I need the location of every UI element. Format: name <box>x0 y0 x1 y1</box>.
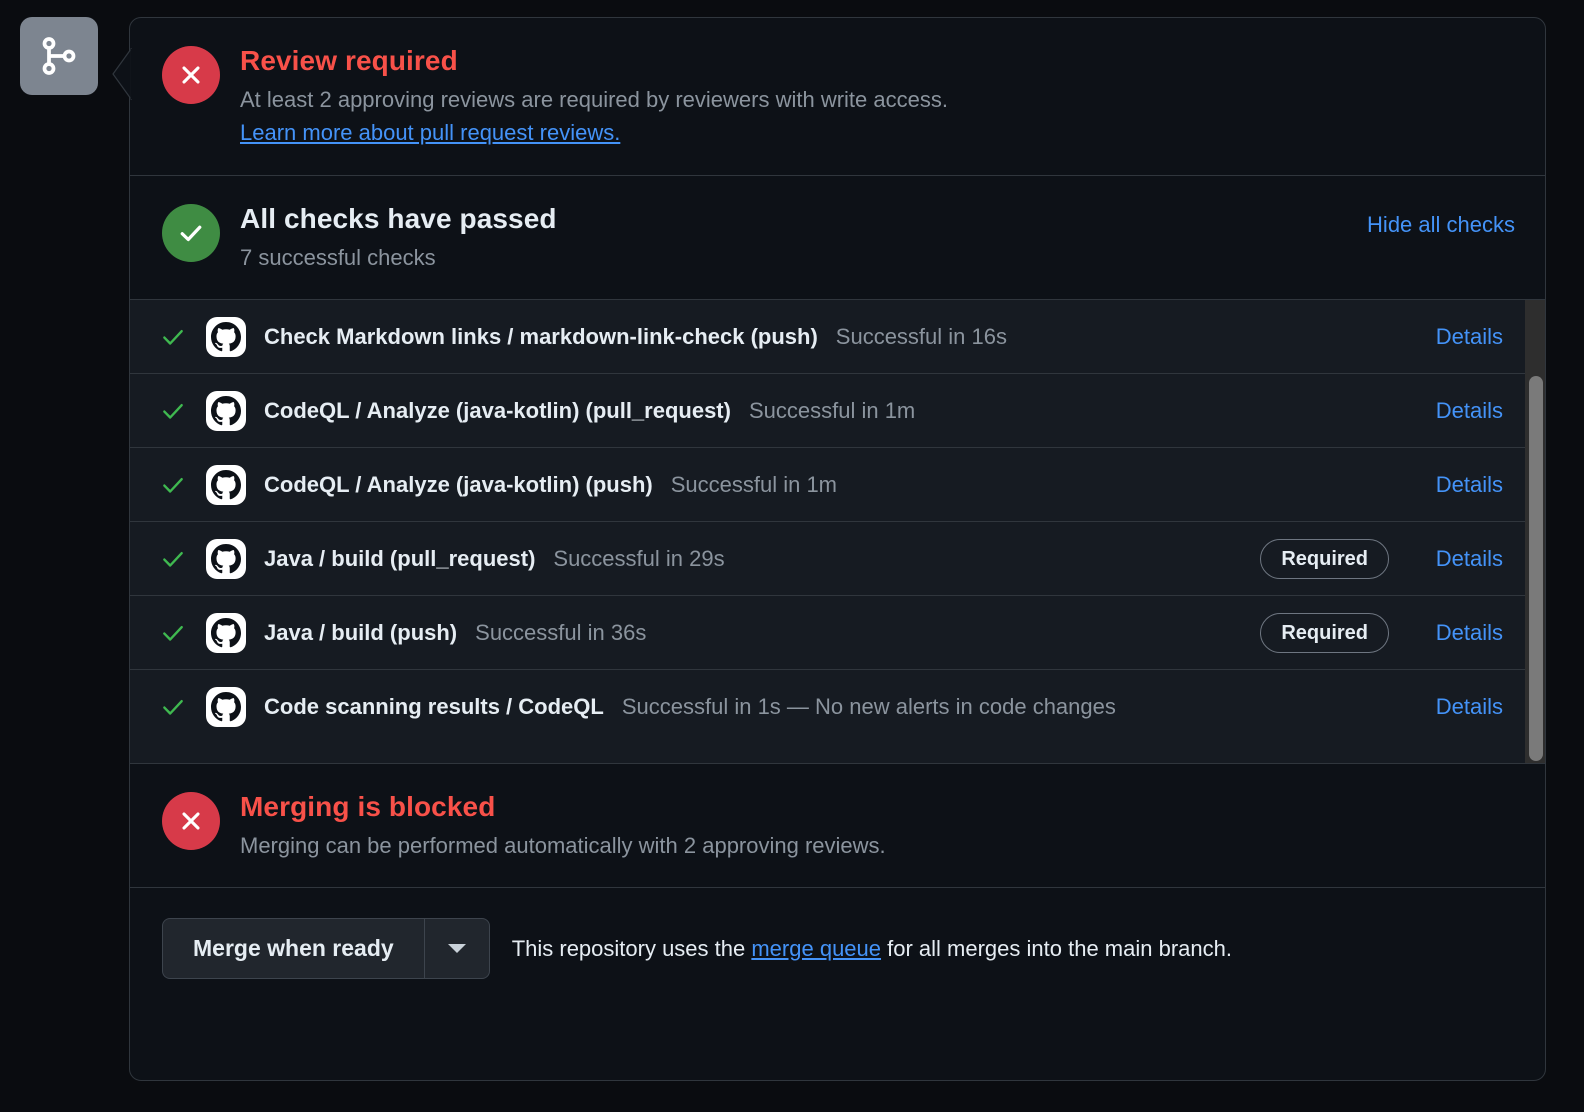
check-icon <box>160 546 188 572</box>
merging-blocked-description: Merging can be performed automatically w… <box>240 833 886 858</box>
check-details-link[interactable]: Details <box>1417 324 1503 350</box>
git-branch-badge <box>20 17 98 95</box>
checks-summary-title: All checks have passed <box>240 203 557 234</box>
check-name: Code scanning results / CodeQL <box>264 694 604 719</box>
checks-scroll-area[interactable]: Check Markdown links / markdown-link-che… <box>130 300 1525 763</box>
check-details-link[interactable]: Details <box>1417 398 1503 424</box>
learn-more-reviews-link[interactable]: Learn more about pull request reviews. <box>240 117 620 149</box>
merge-queue-note: This repository uses the merge queue for… <box>512 934 1232 964</box>
check-icon <box>160 694 188 720</box>
check-icon <box>160 398 188 424</box>
check-status: Successful in 29s <box>553 545 725 571</box>
merge-status-box: Review required At least 2 approving rev… <box>129 17 1546 1081</box>
check-details-link[interactable]: Details <box>1417 472 1503 498</box>
check-row[interactable]: CodeQL / Analyze (java-kotlin) (pull_req… <box>130 374 1525 448</box>
hide-all-checks-link[interactable]: Hide all checks <box>1367 202 1515 238</box>
check-details-link[interactable]: Details <box>1417 620 1503 646</box>
review-required-section: Review required At least 2 approving rev… <box>130 18 1545 175</box>
github-octocat-icon <box>206 687 246 727</box>
github-octocat-icon <box>206 464 246 505</box>
checks-summary-subtitle: 7 successful checks <box>240 245 436 270</box>
x-circle-icon <box>162 46 220 104</box>
check-row[interactable]: CodeQL / Analyze (java-kotlin) (push) Suc… <box>130 448 1525 522</box>
check-icon <box>160 324 188 350</box>
checks-summary-section: All checks have passed 7 successful chec… <box>130 175 1545 299</box>
checks-list: Check Markdown links / markdown-link-che… <box>130 299 1545 763</box>
check-row[interactable]: Code scanning results / CodeQL Successful… <box>130 670 1525 744</box>
required-badge: Required <box>1260 612 1389 653</box>
check-icon <box>160 472 188 498</box>
github-octocat-icon <box>206 316 246 357</box>
merge-box-screen: Review required At least 2 approving rev… <box>0 0 1584 1112</box>
check-row[interactable]: Java / build (pull_request) Successful in… <box>130 522 1525 596</box>
callout-arrow <box>110 48 132 100</box>
check-status: Successful in 1m <box>748 397 916 423</box>
check-icon <box>160 620 188 646</box>
check-name: Java / build (pull_request) <box>264 545 536 571</box>
check-details-link[interactable]: Details <box>1417 694 1503 720</box>
checks-scrollbar-track[interactable] <box>1525 300 1545 763</box>
github-octocat-icon <box>206 612 246 653</box>
check-circle-icon <box>162 204 220 262</box>
merge-split-button[interactable]: Merge when ready <box>162 918 490 979</box>
check-name: CodeQL / Analyze (java-kotlin) (push) <box>264 471 653 497</box>
chevron-down-icon <box>447 944 466 953</box>
review-required-title: Review required <box>240 45 458 76</box>
git-branch-icon <box>39 36 79 76</box>
github-octocat-icon <box>206 390 246 431</box>
check-status: Successful in 1m <box>670 471 838 497</box>
checks-scrollbar-thumb[interactable] <box>1529 376 1543 761</box>
check-status: Successful in 16s <box>835 323 1007 349</box>
merging-blocked-section: Merging is blocked Merging can be perfor… <box>130 763 1545 887</box>
merge-queue-note-suffix: for all merges into the main branch. <box>881 935 1232 961</box>
github-octocat-icon <box>206 538 246 579</box>
merge-when-ready-button[interactable]: Merge when ready <box>162 918 424 979</box>
check-row[interactable]: Check Markdown links / markdown-link-che… <box>130 300 1525 374</box>
check-details-link[interactable]: Details <box>1417 546 1503 572</box>
check-name: Check Markdown links / markdown-link-che… <box>264 323 818 349</box>
check-name: CodeQL / Analyze (java-kotlin) (pull_req… <box>264 397 731 423</box>
check-name: Java / build (push) <box>264 619 458 645</box>
merge-options-dropdown-button[interactable] <box>423 918 490 979</box>
merge-actions-footer: Merge when ready This repository uses th… <box>130 887 1545 1009</box>
check-row[interactable]: Java / build (push) Successful in 36s Requ… <box>130 596 1525 670</box>
merge-queue-link[interactable]: merge queue <box>751 936 881 961</box>
check-status: Successful in 36s <box>475 619 647 645</box>
x-circle-icon <box>162 792 220 850</box>
merge-queue-note-prefix: This repository uses the <box>511 935 752 961</box>
review-required-description: At least 2 approving reviews are require… <box>240 87 948 112</box>
check-status: Successful in 1s — No new alerts in code… <box>621 694 1116 719</box>
merging-blocked-title: Merging is blocked <box>240 791 496 822</box>
required-badge: Required <box>1260 538 1389 579</box>
